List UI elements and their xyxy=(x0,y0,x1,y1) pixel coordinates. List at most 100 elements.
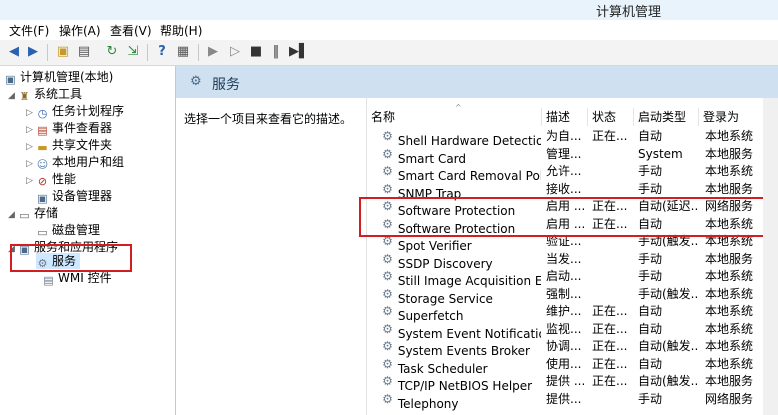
service-status: 正在... xyxy=(592,339,628,353)
service-status: 正在... xyxy=(592,356,628,371)
tree-item-performance[interactable]: ▷ ⊘ 性能 xyxy=(26,171,76,189)
chevron-right-icon[interactable]: ▷ xyxy=(26,122,36,138)
show-hide-tree-icon[interactable]: ▤ xyxy=(76,44,92,60)
pause-icon[interactable]: ‖ xyxy=(268,44,284,60)
table-row[interactable]: ⚙ Telephony 提供... 手动 网络服务 xyxy=(367,391,778,411)
folder-icon: ▬ xyxy=(37,141,48,154)
gear-icon: ⚙ xyxy=(382,374,393,388)
highlight-box xyxy=(359,197,773,237)
service-startup-type: 手动 xyxy=(638,269,663,283)
service-startup-type: 手动(触发... xyxy=(638,286,699,301)
column-header-startup-type[interactable]: 启动类型 xyxy=(634,108,699,126)
wmi-icon: ▤ xyxy=(43,274,54,287)
tree-item-event-viewer[interactable]: ▷ ▤ 事件查看器 xyxy=(26,120,113,138)
chevron-down-icon[interactable]: ◢ xyxy=(8,88,18,104)
tree-item-storage[interactable]: ◢ ▭ 存储 xyxy=(8,205,59,223)
service-description: 接收... xyxy=(546,181,582,196)
service-status: 正在... xyxy=(592,304,628,318)
menu-view[interactable]: 查看(V) xyxy=(110,22,152,39)
table-row[interactable]: ⚙ Storage Service 强制... 手动(触发... 本地系统 xyxy=(367,286,778,306)
service-startup-type: 手动 xyxy=(638,391,663,406)
service-status: 正在... xyxy=(592,321,628,336)
chevron-right-icon[interactable]: ▷ xyxy=(26,156,36,172)
tree-label: 事件查看器 xyxy=(52,121,113,135)
clock-icon: ◷ xyxy=(37,107,48,120)
forward-icon[interactable]: ▶ xyxy=(25,44,41,60)
stop-icon[interactable]: ■ xyxy=(248,44,264,60)
window-title: 计算机管理 xyxy=(596,5,662,20)
table-row[interactable]: ⚙ System Events Broker 协调... 正在... 自动(触发...… xyxy=(367,338,778,358)
properties-icon[interactable]: ▦ xyxy=(175,44,191,60)
tree-label: 共享文件夹 xyxy=(52,138,113,152)
chevron-down-icon[interactable]: ◢ xyxy=(8,207,18,223)
table-row[interactable]: ⚙ Superfetch 维护... 正在... 自动 本地系统 xyxy=(367,303,778,323)
tree-item-task-scheduler[interactable]: ▷ ◷ 任务计划程序 xyxy=(26,103,124,121)
gear-icon: ⚙ xyxy=(382,304,393,318)
menu-help[interactable]: 帮助(H) xyxy=(160,22,202,39)
column-label: 名称 xyxy=(371,110,396,124)
tree-item-system-tools[interactable]: ◢ ♜ 系统工具 xyxy=(8,86,82,104)
table-row[interactable]: ⚙ Task Scheduler 使用... 正在... 自动 本地系统 xyxy=(367,356,778,376)
table-row[interactable]: ⚙ Shell Hardware Detection 为自... 正在... 自动 本地… xyxy=(367,128,778,148)
tree-label: 计算机管理(本地) xyxy=(20,70,114,84)
tree-item-disk-management[interactable]: ▭ 磁盘管理 xyxy=(36,222,100,239)
tree-item-shared-folders[interactable]: ▷ ▬ 共享文件夹 xyxy=(26,137,113,155)
tree-item-local-users[interactable]: ▷ ☺ 本地用户和组 xyxy=(26,154,125,172)
column-header-status[interactable]: 状态 xyxy=(588,108,634,126)
tools-icon: ♜ xyxy=(19,90,30,103)
table-row[interactable]: ⚙ Smart Card 管理... System 本地服务 xyxy=(367,146,778,166)
chevron-right-icon[interactable]: ▷ xyxy=(26,105,36,121)
services-list[interactable]: 名称 ^ 描述 状态 启动类型 登录为 ⚙ Shell Hardware Det… xyxy=(367,98,778,415)
gear-icon: ⚙ xyxy=(382,251,393,266)
gear-icon: ⚙ xyxy=(382,356,393,371)
column-label: 状态 xyxy=(592,110,617,124)
title-bar: 计算机管理 xyxy=(0,0,778,20)
tree-item-root[interactable]: ▣ 计算机管理(本地) xyxy=(4,69,114,86)
description-panel: 选择一个项目来查看它的描述。 xyxy=(176,98,367,415)
gear-icon: ⚙ xyxy=(382,146,393,161)
service-name: ⚙ Telephony xyxy=(381,391,541,413)
table-row[interactable]: ⚙ SSDP Discovery 当发... 手动 本地服务 xyxy=(367,251,778,271)
column-header-description[interactable]: 描述 xyxy=(542,108,588,126)
table-row[interactable]: ⚙ Still Image Acquisition Ev...启动...手动本地… xyxy=(367,268,778,288)
back-icon[interactable]: ◀ xyxy=(6,44,22,60)
play-icon[interactable]: ▶ xyxy=(205,44,221,60)
service-description: 提供 ... xyxy=(546,374,586,388)
tree-item-wmi[interactable]: ▤ WMI 控件 xyxy=(42,270,111,287)
refresh-icon[interactable]: ↻ xyxy=(104,44,120,60)
menu-action[interactable]: 操作(A) xyxy=(59,22,101,39)
column-label: 启动类型 xyxy=(638,110,687,124)
tree-label: 存储 xyxy=(34,206,59,220)
menu-file[interactable]: 文件(F) xyxy=(9,22,49,39)
service-startup-type: 自动 xyxy=(638,304,663,318)
column-header-name[interactable]: 名称 ^ xyxy=(367,103,542,126)
chevron-right-icon[interactable]: ▷ xyxy=(26,173,36,189)
service-description: 管理... xyxy=(546,146,582,161)
service-description: 启动... xyxy=(546,269,582,283)
help-icon[interactable]: ? xyxy=(154,44,170,60)
sort-ascending-icon: ^ xyxy=(455,103,462,112)
highlight-box xyxy=(10,244,132,272)
table-row[interactable]: ⚙ TCP/IP NetBIOS Helper 提供 ... 正在... 自动(触发.… xyxy=(367,373,778,393)
gear-icon: ⚙ xyxy=(382,164,393,178)
gear-icon: ⚙ xyxy=(382,129,393,143)
table-row[interactable]: ⚙ Smart Card Removal Poli...允许...手动本地系统 xyxy=(367,163,778,183)
event-viewer-icon: ▤ xyxy=(37,124,48,137)
service-startup-type: 自动 xyxy=(638,321,663,336)
table-row[interactable]: ⚙ System Event Notification...监视...正在...… xyxy=(367,321,778,341)
chevron-right-icon[interactable]: ▷ xyxy=(26,139,36,155)
play-alt-icon[interactable]: ▷ xyxy=(227,44,243,60)
disk-icon: ▭ xyxy=(37,226,48,239)
restart-icon[interactable]: ▶▌ xyxy=(289,44,309,60)
tree-label: 本地用户和组 xyxy=(52,155,125,169)
up-icon[interactable]: ▣ xyxy=(55,44,71,60)
vertical-scrollbar[interactable] xyxy=(763,98,778,415)
service-description: 为自... xyxy=(546,129,582,143)
gear-icon: ⚙ xyxy=(382,269,393,283)
storage-icon: ▭ xyxy=(19,209,30,222)
tree-item-device-manager[interactable]: ▣ 设备管理器 xyxy=(36,188,112,205)
menu-bar: 文件(F) 操作(A) 查看(V) 帮助(H) xyxy=(0,20,778,39)
gear-icon: ⚙ xyxy=(382,181,393,196)
export-icon[interactable]: ⇲ xyxy=(125,44,141,60)
table-row[interactable]: ⚙ SNMP Trap 接收... 手动 本地服务 xyxy=(367,181,778,201)
